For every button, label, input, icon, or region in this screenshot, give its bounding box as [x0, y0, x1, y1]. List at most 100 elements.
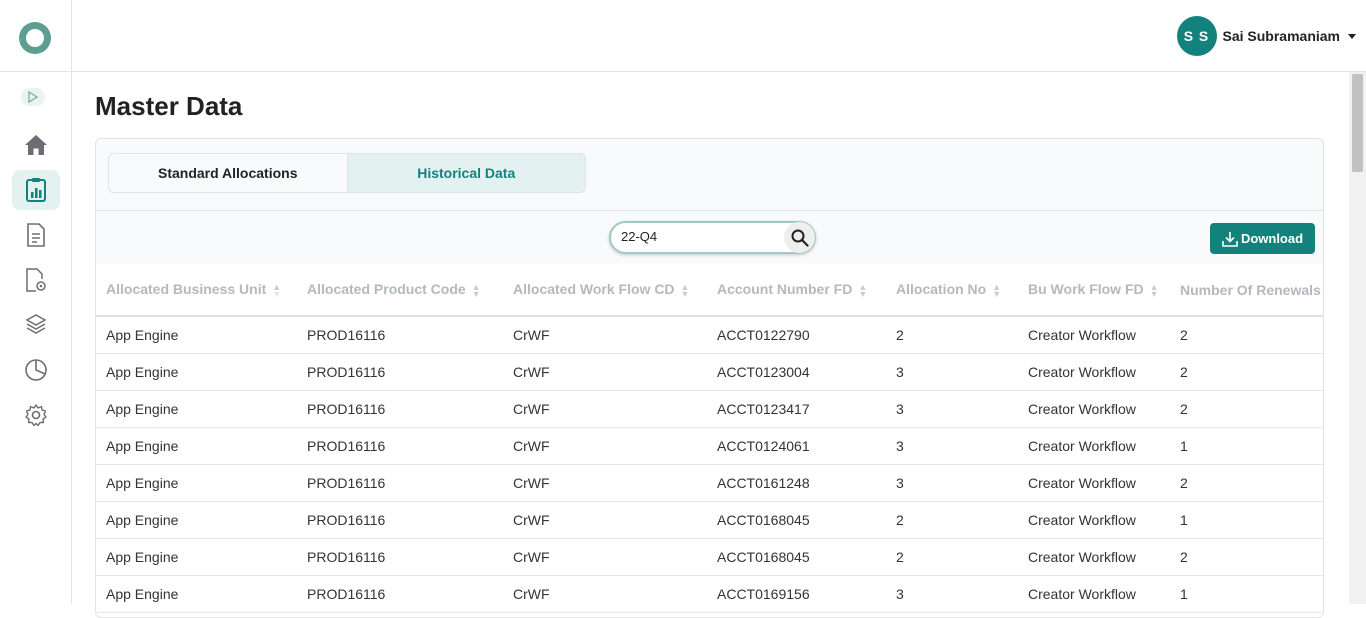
table-toolbar: Download	[96, 210, 1323, 264]
user-name[interactable]: Sai Subramaniam	[1223, 28, 1341, 44]
user-menu[interactable]: S S Sai Subramaniam	[1176, 16, 1356, 56]
table-cell: CrWF	[503, 316, 707, 354]
top-bar: S S Sai Subramaniam	[72, 0, 1366, 72]
download-label: Download	[1240, 231, 1304, 246]
table-row[interactable]: App Engine PROD16116 CrWF ACCT0124061 3 Creat…	[96, 427, 1323, 465]
expand-sidebar-button[interactable]	[21, 88, 45, 106]
table-cell: 2	[1170, 353, 1323, 391]
sidebar-item-reports[interactable]	[12, 350, 60, 390]
home-icon	[25, 135, 47, 155]
logo-icon[interactable]	[19, 22, 51, 54]
table-cell: CrWF	[503, 501, 707, 539]
table-cell: 3	[886, 464, 1018, 502]
table-row[interactable]: App Engine PROD16116 CrWF ACCT0161248 3 Creat…	[96, 464, 1323, 502]
tab-standard-allocations[interactable]: Standard Allocations	[109, 154, 347, 192]
table-cell: CrWF	[503, 575, 707, 613]
table-row[interactable]: App Engine PROD16116 CrWF ACCT0169156 3 Creat…	[96, 575, 1323, 613]
table-row[interactable]: App Engine PROD16116 CrWF ACCT0168045 2 Creat…	[96, 538, 1323, 576]
sort-icon[interactable]: ▲ ▼	[858, 282, 867, 298]
sidebar-item-file-settings[interactable]	[12, 260, 60, 300]
table-cell: 2	[1170, 464, 1323, 502]
sort-icon[interactable]: ▲ ▼	[472, 282, 481, 298]
tab-historical-data[interactable]: Historical Data	[346, 154, 585, 192]
table-cell: Creator Workflow	[1018, 538, 1170, 576]
table-cell: App Engine	[96, 353, 297, 391]
sidebar-item-settings[interactable]	[12, 395, 60, 435]
sort-icon[interactable]: ▲ ▼	[992, 282, 1001, 298]
column-header[interactable]: Number Of Renewals	[1170, 264, 1323, 317]
table-cell: Creator Workflow	[1018, 464, 1170, 502]
table-cell: CrWF	[503, 390, 707, 428]
gear-icon	[25, 404, 47, 427]
pie-chart-icon	[25, 359, 47, 381]
table-cell: ACCT0123417	[707, 390, 886, 428]
table-cell: ACCT0168045	[707, 538, 886, 576]
table-cell: PROD16116	[297, 316, 503, 354]
table-cell: ACCT0161248	[707, 464, 886, 502]
sort-icon[interactable]: ▲ ▼	[272, 282, 281, 298]
table-cell: PROD16116	[297, 427, 503, 465]
table-cell: ACCT0123004	[707, 353, 886, 391]
table-cell: 3	[886, 575, 1018, 613]
sidebar	[0, 0, 72, 604]
avatar[interactable]: S S	[1176, 16, 1217, 56]
column-header[interactable]: Allocated Product Code ▲ ▼	[297, 264, 503, 317]
search-input[interactable]	[621, 229, 781, 244]
table-cell: ACCT0169156	[707, 575, 886, 613]
table-cell: App Engine	[96, 427, 297, 465]
data-table: Allocated Business Unit ▲ ▼ Allocated Prod…	[96, 264, 1323, 613]
scrollbar-thumb[interactable]	[1352, 74, 1363, 172]
clipboard-chart-icon	[26, 178, 46, 202]
table-cell: PROD16116	[297, 353, 503, 391]
column-header[interactable]: Allocated Business Unit ▲ ▼	[96, 264, 297, 317]
table-cell: 2	[886, 538, 1018, 576]
download-button[interactable]: Download	[1210, 223, 1315, 254]
search-icon	[791, 229, 809, 247]
table-cell: Creator Workflow	[1018, 390, 1170, 428]
content-card: Standard Allocations Historical Data Dow…	[95, 138, 1324, 618]
table-cell: 3	[886, 390, 1018, 428]
table-header-row: Allocated Business Unit ▲ ▼ Allocated Prod…	[96, 264, 1323, 317]
table-cell: 1	[1170, 427, 1323, 465]
sidebar-item-master-data[interactable]	[12, 170, 60, 210]
tab-bar: Standard Allocations Historical Data	[108, 153, 586, 193]
table-row[interactable]: App Engine PROD16116 CrWF ACCT0122790 2 Creat…	[96, 316, 1323, 354]
table-row[interactable]: App Engine PROD16116 CrWF ACCT0123417 3 Creat…	[96, 390, 1323, 428]
search-button[interactable]	[784, 222, 815, 253]
table-cell: App Engine	[96, 390, 297, 428]
table-cell: Creator Workflow	[1018, 501, 1170, 539]
column-header[interactable]: Allocated Work Flow CD ▲ ▼	[503, 264, 707, 317]
chevron-down-icon[interactable]	[1348, 33, 1356, 39]
sidebar-item-layers[interactable]	[12, 305, 60, 345]
table-cell: PROD16116	[297, 575, 503, 613]
table-cell: CrWF	[503, 464, 707, 502]
column-header[interactable]: Account Number FD ▲ ▼	[707, 264, 886, 317]
table-cell: Creator Workflow	[1018, 575, 1170, 613]
table-cell: 1	[1170, 501, 1323, 539]
search-box	[609, 221, 816, 254]
sort-icon[interactable]: ▲ ▼	[1150, 282, 1159, 298]
sidebar-item-home[interactable]	[12, 125, 60, 165]
table-cell: PROD16116	[297, 538, 503, 576]
table-row[interactable]: App Engine PROD16116 CrWF ACCT0123004 3 Creat…	[96, 353, 1323, 391]
document-icon	[27, 223, 45, 247]
table-cell: PROD16116	[297, 501, 503, 539]
table-cell: CrWF	[503, 427, 707, 465]
table-cell: PROD16116	[297, 464, 503, 502]
table-cell: ACCT0124061	[707, 427, 886, 465]
table-cell: ACCT0122790	[707, 316, 886, 354]
table-cell: Creator Workflow	[1018, 427, 1170, 465]
table-cell: 1	[1170, 575, 1323, 613]
download-icon	[1222, 231, 1238, 247]
sidebar-item-documents[interactable]	[12, 215, 60, 255]
table-cell: 2	[1170, 390, 1323, 428]
table-cell: 2	[886, 316, 1018, 354]
table-row[interactable]: App Engine PROD16116 CrWF ACCT0168045 2 Creat…	[96, 501, 1323, 539]
table-cell: 3	[886, 353, 1018, 391]
page-scrollbar[interactable]	[1349, 72, 1366, 604]
column-header[interactable]: Bu Work Flow FD ▲ ▼	[1018, 264, 1170, 317]
table-cell: Creator Workflow	[1018, 353, 1170, 391]
column-header[interactable]: Allocation No ▲ ▼	[886, 264, 1018, 317]
play-icon	[28, 91, 38, 103]
sort-icon[interactable]: ▲ ▼	[681, 282, 690, 298]
